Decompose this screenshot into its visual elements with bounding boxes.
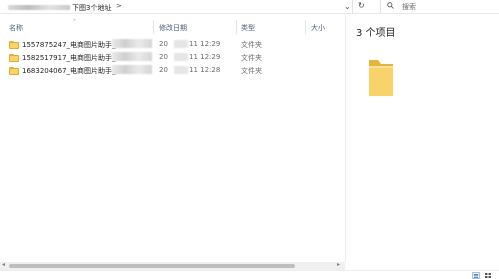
scroll-right-icon[interactable]: ▸ xyxy=(337,261,340,268)
column-header-type[interactable]: 类型 xyxy=(241,23,255,33)
redacted-name xyxy=(112,65,152,74)
folder-icon xyxy=(9,54,19,62)
breadcrumb-current-folder[interactable]: 下图3个地址 xyxy=(72,3,111,13)
file-date: 11 12:29 xyxy=(189,40,221,48)
file-date: 11 12:29 xyxy=(189,53,221,61)
folder-icon xyxy=(9,67,19,75)
file-name: 1557875247_电商图片助手_ xyxy=(22,41,116,49)
file-name: 1683204067_电商图片助手_ xyxy=(22,67,116,75)
details-item-count: 3 个项目 xyxy=(356,28,396,39)
file-row[interactable]: 1557875247_电商图片助手_ 20 11 12:29 文件夹 xyxy=(0,38,345,51)
search-icon xyxy=(387,2,394,9)
column-header-size[interactable]: 大小 xyxy=(311,23,325,33)
address-toolbar: 下图3个地址 > ⌄ ↻ 搜索 xyxy=(0,0,499,14)
view-toggle-group xyxy=(470,272,496,279)
sort-indicator-icon: ˄ xyxy=(73,19,76,26)
file-date: 11 12:28 xyxy=(189,66,221,74)
scrollbar-thumb[interactable] xyxy=(9,264,295,268)
file-date-prefix: 20 xyxy=(159,40,168,48)
file-type: 文件夹 xyxy=(241,41,262,49)
details-pane: 3 个项目 xyxy=(346,14,499,262)
breadcrumb-chevron-icon[interactable]: > xyxy=(116,2,122,10)
address-dropdown-icon[interactable]: ⌄ xyxy=(344,2,351,11)
file-row[interactable]: 1683204067_电商图片助手_ 20 11 12:28 文件夹 xyxy=(0,64,345,77)
large-folder-icon xyxy=(369,60,393,96)
file-name: 1582517917_电商图片助手_ xyxy=(22,54,116,62)
column-divider[interactable] xyxy=(153,20,154,34)
redacted-name xyxy=(112,39,152,48)
redacted-date xyxy=(174,40,188,48)
column-header-date-modified[interactable]: 修改日期 xyxy=(159,23,187,33)
redacted-name xyxy=(112,52,152,61)
refresh-icon[interactable]: ↻ xyxy=(358,1,365,10)
file-type: 文件夹 xyxy=(241,67,262,75)
toolbar-divider xyxy=(352,0,353,14)
redacted-date xyxy=(174,66,188,74)
column-divider[interactable] xyxy=(236,20,237,34)
search-placeholder: 搜索 xyxy=(402,3,416,11)
status-bar xyxy=(0,270,499,279)
horizontal-scrollbar[interactable]: ◂ ▸ xyxy=(0,261,345,270)
folder-icon xyxy=(9,41,19,49)
tiles-view-icon[interactable] xyxy=(484,272,492,279)
file-list: 1557875247_电商图片助手_ 20 11 12:29 文件夹 15825… xyxy=(0,38,345,77)
file-date-prefix: 20 xyxy=(159,53,168,61)
details-view-icon[interactable] xyxy=(472,272,480,279)
column-headers: ˄ 名称 修改日期 类型 大小 xyxy=(0,19,345,34)
redacted-date xyxy=(174,53,188,61)
file-row[interactable]: 1582517917_电商图片助手_ 20 11 12:29 文件夹 xyxy=(0,51,345,64)
file-date-prefix: 20 xyxy=(159,66,168,74)
column-divider[interactable] xyxy=(305,20,306,34)
column-header-name[interactable]: 名称 xyxy=(9,23,23,33)
address-bar[interactable]: 下图3个地址 > ⌄ xyxy=(0,1,351,13)
search-input[interactable]: 搜索 xyxy=(380,0,499,13)
redacted-path xyxy=(8,5,70,10)
file-type: 文件夹 xyxy=(241,54,262,62)
scroll-left-icon[interactable]: ◂ xyxy=(2,261,5,268)
